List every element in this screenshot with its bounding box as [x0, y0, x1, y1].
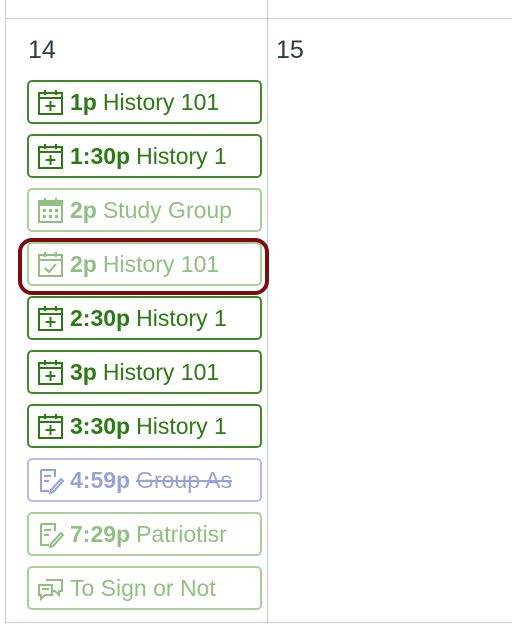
calendar-event[interactable]: To Sign or Not — [27, 566, 262, 610]
calendar-plus-icon — [38, 90, 63, 115]
event-title: History 1 — [136, 142, 227, 169]
event-time: 1:30p — [70, 142, 131, 169]
grid-line — [267, 0, 268, 18]
day-column-divider — [267, 18, 268, 624]
calendar-plus-icon — [38, 144, 63, 169]
event-title: Group As — [136, 466, 232, 493]
event-title: History 101 — [102, 358, 220, 385]
event-time: 3:30p — [70, 412, 131, 439]
calendar-event[interactable]: 7:29p Patriotisr — [27, 512, 262, 556]
event-time: 3p — [70, 358, 97, 385]
event-title: History 101 — [102, 88, 220, 115]
calendar-plus-icon — [38, 306, 63, 331]
calendar-grid-icon — [38, 198, 63, 223]
event-title: Patriotisr — [136, 520, 227, 547]
calendar-event[interactable]: 1:30p History 1 — [27, 134, 262, 178]
grid-line — [5, 622, 512, 623]
assignment-icon — [40, 523, 64, 548]
calendar-event[interactable]: 3p History 101 — [27, 350, 262, 394]
calendar-plus-icon — [38, 360, 63, 385]
calendar-event[interactable]: 2p Study Group — [27, 188, 262, 232]
calendar-event[interactable]: 2:30p History 1 — [27, 296, 262, 340]
assignment-icon — [40, 469, 64, 494]
event-time: 2:30p — [70, 304, 131, 331]
event-title: History 1 — [136, 304, 227, 331]
discussion-icon — [38, 579, 63, 602]
grid-line — [5, 0, 6, 624]
highlight-outline — [18, 238, 269, 295]
event-title: Study Group — [102, 196, 232, 223]
event-time: 4:59p — [70, 466, 131, 493]
event-title: History 1 — [136, 412, 227, 439]
day-number-14[interactable]: 14 — [28, 36, 56, 65]
grid-line — [5, 18, 512, 19]
calendar-event[interactable]: 4:59p Group As — [27, 458, 262, 502]
calendar-plus-icon — [38, 414, 63, 439]
calendar-event[interactable]: 1p History 101 — [27, 80, 262, 124]
event-time: 2p — [70, 196, 97, 223]
day-number-15[interactable]: 15 — [276, 36, 304, 65]
event-time: 7:29p — [70, 520, 131, 547]
event-time: 1p — [70, 88, 97, 115]
event-title: To Sign or Not — [70, 574, 216, 601]
calendar-event[interactable]: 3:30p History 1 — [27, 404, 262, 448]
